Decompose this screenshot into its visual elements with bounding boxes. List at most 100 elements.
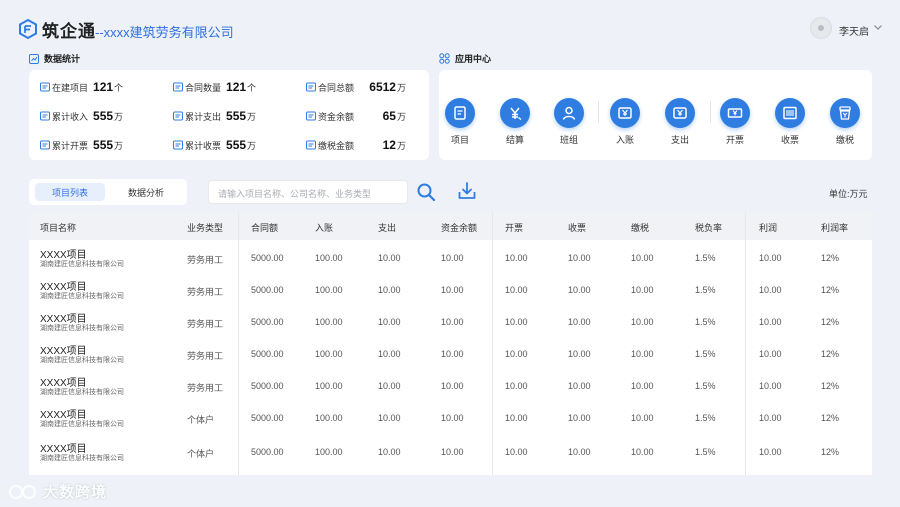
cell-profit-rate: 12% [821,253,840,263]
user-name[interactable]: 李天启 [839,23,869,38]
stat-label: 累计收票 [185,140,222,151]
cell-profit: 10.00 [759,285,782,295]
stat-unit: 万 [396,140,406,151]
column-header: 入账 [315,223,334,233]
cell-tax-rate: 1.5% [695,349,716,359]
stat-value: 65 [382,109,396,123]
cell-receipt: 10.00 [568,317,591,327]
app-receipt[interactable]: 收票 [770,98,810,146]
cell-balance: 10.00 [441,349,464,359]
cell-profit: 10.00 [759,447,782,457]
app-yuan-settle[interactable]: 结算 [495,98,535,146]
app-label: 开票 [725,135,744,145]
stat-label: 累计支出 [185,111,222,122]
cell-type: 个体户 [187,449,215,459]
stat-card-icon [306,82,316,92]
column-header: 利润 [759,223,778,233]
cell-expense: 10.00 [378,317,401,327]
cell-income: 100.00 [315,349,343,359]
view-tabs: 项目列表 数据分析 [29,179,187,205]
chevron-down-icon[interactable] [873,22,883,32]
stat-unit: 个 [114,82,124,93]
column-divider [492,212,493,475]
stat-item: 累计收入 555 万 [40,109,126,123]
stat-value: 12 [382,138,396,152]
app-label: 结算 [505,135,524,145]
stats-title-text: 数据统计 [44,54,81,64]
column-header: 开票 [505,223,524,233]
avatar-placeholder-icon [818,25,824,31]
app-invoice[interactable]: 开票 [715,98,755,146]
stat-label: 缴税金额 [318,140,355,151]
cell-profit: 10.00 [759,413,782,423]
stat-label: 合同数量 [185,82,222,93]
stat-unit: 万 [396,111,406,122]
cell-invoice: 10.00 [505,413,528,423]
project-company: 湖南建匠信息科技有限公司 [40,325,124,332]
app-document[interactable]: 项目 [440,98,480,146]
cell-contract: 5000.00 [251,253,284,263]
app-expense[interactable]: 支出 [660,98,700,146]
cell-tax-rate: 1.5% [695,285,716,295]
stat-unit: 个 [247,82,257,93]
column-header: 合同额 [251,223,279,233]
stat-card-icon [306,140,316,150]
app-logo-icon [19,19,37,39]
download-icon[interactable] [457,181,477,201]
cell-balance: 10.00 [441,253,464,263]
stat-item: 在建项目 121 个 [40,80,153,94]
cell-balance: 10.00 [441,317,464,327]
cell-receipt: 10.00 [568,381,591,391]
app-person[interactable]: 班组 [549,98,589,146]
cell-receipt: 10.00 [568,349,591,359]
cell-contract: 5000.00 [251,285,284,295]
stat-value: 6512 [369,80,396,94]
app-tax[interactable]: 缴税 [825,98,865,146]
search-icon[interactable] [416,182,436,202]
person-icon [554,98,584,128]
cell-tax: 10.00 [631,413,654,423]
cell-receipt: 10.00 [568,253,591,263]
app-label: 项目 [450,135,469,145]
app-income[interactable]: 入账 [605,98,645,146]
cell-tax: 10.00 [631,317,654,327]
cell-income: 100.00 [315,447,343,457]
stat-value: 555 [93,138,114,152]
stat-value: 121 [93,80,114,94]
cell-invoice: 10.00 [505,447,528,457]
stat-item: 缴税金额 12 万 [306,138,406,152]
cell-expense: 10.00 [378,349,401,359]
column-header: 收票 [568,223,587,233]
cell-income: 100.00 [315,413,343,423]
cell-expense: 10.00 [378,381,401,391]
stat-card-icon [306,111,316,121]
stat-item: 累计支出 555 万 [173,109,257,123]
cell-type: 劳务用工 [187,351,224,361]
search-placeholder: 请输入项目名称、公司名称、业务类型 [218,189,372,199]
watermark: 大数跨境 [9,481,107,502]
user-avatar[interactable] [810,17,832,39]
cell-contract: 5000.00 [251,381,284,391]
cell-balance: 10.00 [441,381,464,391]
search-input[interactable]: 请输入项目名称、公司名称、业务类型 [208,180,408,204]
cell-type: 劳务用工 [187,383,224,393]
tab-data-analysis[interactable]: 数据分析 [111,183,181,201]
tab-project-list[interactable]: 项目列表 [35,183,105,201]
stat-label: 在建项目 [52,82,89,93]
stat-value: 555 [93,109,114,123]
cell-contract: 5000.00 [251,413,284,423]
cell-expense: 10.00 [378,253,401,263]
cell-contract: 5000.00 [251,447,284,457]
cell-profit-rate: 12% [821,447,840,457]
stat-item: 资金余额 65 万 [306,109,406,123]
cell-expense: 10.00 [378,413,401,423]
document-icon [445,98,475,128]
cell-tax-rate: 1.5% [695,447,716,457]
project-company: 湖南建匠信息科技有限公司 [40,261,124,268]
app-label: 班组 [559,135,578,145]
yuan-settle-icon [500,98,530,128]
column-header: 项目名称 [40,223,77,233]
invoice-icon [720,98,750,128]
cell-income: 100.00 [315,381,343,391]
cell-invoice: 10.00 [505,349,528,359]
